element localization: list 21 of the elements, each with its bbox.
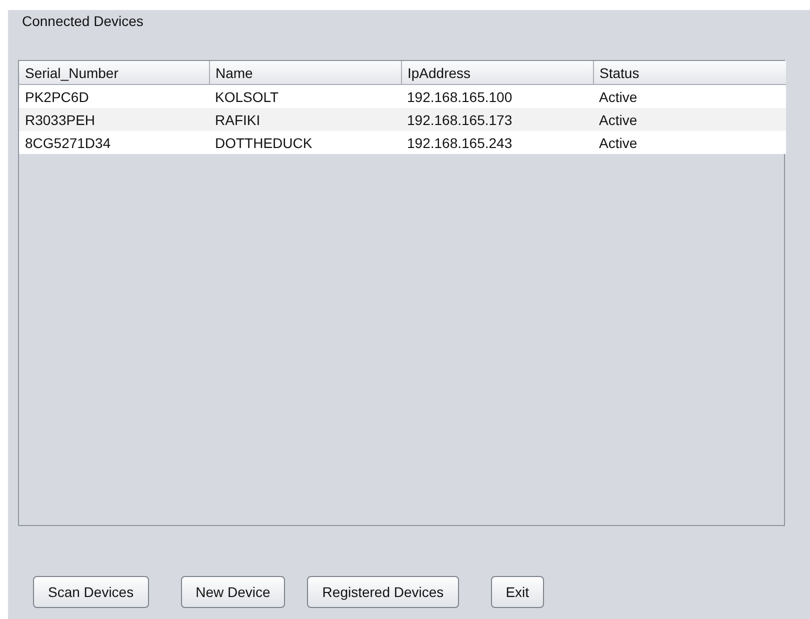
action-button[interactable]: New Device [180,576,286,608]
column-header[interactable]: IpAddress [401,61,593,84]
table-cell: Active [593,84,786,108]
action-button[interactable]: Registered Devices [307,576,459,608]
column-header[interactable]: Name [209,61,401,84]
action-button[interactable]: Scan Devices [33,576,149,608]
table-cell: RAFIKI [209,108,401,131]
table-cell: R3033PEH [19,108,209,131]
table-cell: Active [593,131,786,154]
column-header[interactable]: Serial_Number [19,61,209,84]
table-cell: Active [593,108,786,131]
table-cell: 8CG5271D34 [19,131,209,154]
panel-title: Connected Devices [22,12,144,31]
table-cell: 192.168.165.243 [401,131,593,154]
table-cell: PK2PC6D [19,84,209,108]
table-cell: KOLSOLT [209,84,401,108]
column-header[interactable]: Status [593,61,786,84]
action-button[interactable]: Exit [490,576,544,608]
table-cell: DOTTHEDUCK [209,131,401,154]
table-cell: 192.168.165.173 [401,108,593,131]
table-cell: 192.168.165.100 [401,84,593,108]
